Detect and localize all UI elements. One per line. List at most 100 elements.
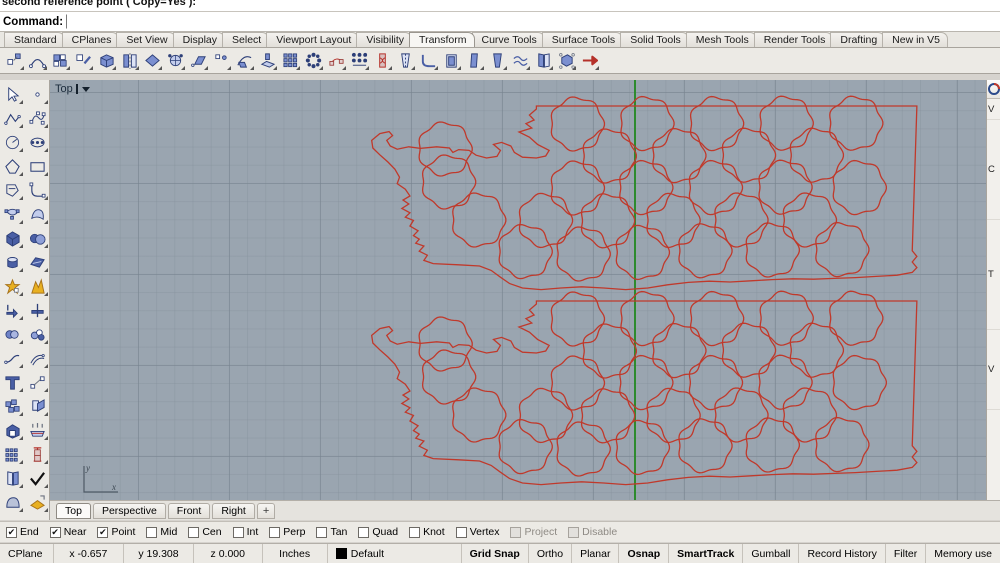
status-current-layer[interactable]: Default — [328, 544, 462, 563]
status-memory-use[interactable]: Memory use — [926, 544, 1000, 563]
box-button[interactable] — [0, 226, 25, 250]
toolbar-tab-render-tools[interactable]: Render Tools — [753, 32, 834, 47]
checkbox-icon[interactable] — [568, 526, 580, 538]
washington-state-outline-copy-1[interactable] — [370, 95, 918, 291]
toolbar-tab-select[interactable]: Select — [222, 32, 270, 47]
properties-panel[interactable]: V C T V — [986, 80, 1000, 520]
polygon-button[interactable] — [0, 154, 25, 178]
text-button[interactable] — [0, 370, 25, 394]
status-gumball[interactable]: Gumball — [743, 544, 800, 563]
checkbox-icon[interactable] — [269, 526, 281, 538]
boolean-union-button[interactable] — [25, 322, 49, 346]
point-editing-button[interactable] — [25, 370, 49, 394]
mirror-button[interactable] — [119, 50, 140, 71]
osnap-quad[interactable]: Quad — [358, 526, 398, 538]
twist-button[interactable] — [372, 50, 393, 71]
toolbar-tab-set-view[interactable]: Set View — [116, 32, 176, 47]
extrude-tapered-button[interactable] — [487, 50, 508, 71]
command-line[interactable]: Command: — [0, 12, 1000, 32]
surface-sweep-button[interactable] — [25, 202, 49, 226]
toolbar-tab-surface-tools[interactable]: Surface Tools — [541, 32, 624, 47]
bend-button[interactable] — [27, 50, 48, 71]
box-edit-button[interactable] — [96, 50, 117, 71]
check-button[interactable] — [25, 466, 49, 490]
panel-row[interactable]: C — [987, 120, 1000, 220]
checkbox-icon[interactable]: ✔ — [6, 526, 17, 538]
toolbar-tab-mesh-tools[interactable]: Mesh Tools — [685, 32, 757, 47]
flow-button[interactable] — [510, 50, 531, 71]
point-button[interactable] — [25, 82, 49, 106]
viewport-tab-front[interactable]: Front — [167, 502, 211, 519]
ellipse-button[interactable] — [25, 130, 49, 154]
toolbar-tab-drafting[interactable]: Drafting — [830, 32, 886, 47]
fillet-edge-button[interactable] — [0, 346, 25, 370]
array-along-surface-button[interactable] — [349, 50, 370, 71]
osnap-int[interactable]: Int — [232, 526, 258, 538]
taper-button[interactable] — [395, 50, 416, 71]
fillet-curve-button[interactable] — [25, 178, 49, 202]
smash-button[interactable] — [211, 50, 232, 71]
status-cplane[interactable]: CPlane — [0, 544, 54, 563]
shade-button[interactable] — [0, 490, 25, 514]
surface-plane-button[interactable] — [25, 250, 49, 274]
apply-transform-button[interactable] — [579, 50, 600, 71]
group-button[interactable] — [0, 394, 25, 418]
surface-from-points-button[interactable] — [0, 202, 25, 226]
control-point-curve-button[interactable] — [25, 106, 49, 130]
explode-button[interactable] — [0, 274, 25, 298]
rotate-button[interactable] — [73, 50, 94, 71]
circle-button[interactable] — [0, 130, 25, 154]
toolbar-tab-standard[interactable]: Standard — [4, 32, 65, 47]
move-button[interactable] — [4, 50, 25, 71]
panel-tab-icon[interactable] — [987, 80, 1000, 99]
gumball-button[interactable] — [556, 50, 577, 71]
rectangle-button[interactable] — [25, 154, 49, 178]
checkbox-icon[interactable]: ✔ — [49, 526, 61, 538]
viewport-tab-right[interactable]: Right — [212, 502, 255, 519]
flow-along-curve-button[interactable] — [234, 50, 255, 71]
join-button[interactable] — [0, 322, 25, 346]
orient-button[interactable] — [165, 50, 186, 71]
checkbox-icon[interactable] — [455, 526, 467, 538]
checkbox-icon[interactable] — [409, 526, 421, 538]
status-planar[interactable]: Planar — [572, 544, 620, 563]
unroll-button[interactable] — [533, 50, 554, 71]
osnap-vertex[interactable]: Vertex — [455, 526, 499, 538]
curve-from-objects-button[interactable] — [0, 178, 25, 202]
osnap-mid[interactable]: Mid — [146, 526, 177, 538]
osnap-point[interactable]: ✔ Point — [97, 526, 135, 538]
toolbar-tab-viewport-layout[interactable]: Viewport Layout — [266, 32, 360, 47]
status-record-history[interactable]: Record History — [799, 544, 886, 563]
osnap-project[interactable]: Project — [510, 526, 557, 538]
checkbox-icon[interactable] — [188, 526, 200, 538]
toolbar-tab-solid-tools[interactable]: Solid Tools — [620, 32, 689, 47]
select-arrow-button[interactable] — [0, 82, 25, 106]
toolbar-tab-cplanes[interactable]: CPlanes — [61, 32, 120, 47]
array-rectangular-button[interactable] — [280, 50, 301, 71]
toolbar-tab-curve-tools[interactable]: Curve Tools — [471, 32, 545, 47]
osnap-end[interactable]: ✔ End — [6, 526, 39, 538]
toolbar-tab-visibility[interactable]: Visibility — [356, 32, 413, 47]
add-viewport-button[interactable]: + — [256, 502, 276, 519]
status-osnap[interactable]: Osnap — [619, 544, 670, 563]
trim-button[interactable] — [0, 298, 25, 322]
command-input[interactable] — [66, 14, 1000, 29]
top-viewport[interactable]: Top y x — [50, 80, 986, 520]
status-ortho[interactable]: Ortho — [529, 544, 573, 563]
array-polar-button[interactable] — [303, 50, 324, 71]
panel-row[interactable]: T — [987, 220, 1000, 330]
panel-row[interactable]: V — [987, 99, 1000, 120]
checkbox-icon[interactable] — [316, 526, 328, 538]
offset-curve-button[interactable] — [25, 346, 49, 370]
osnap-perp[interactable]: Perp — [269, 526, 305, 538]
layer-button[interactable] — [0, 466, 25, 490]
checkbox-icon[interactable] — [232, 526, 244, 538]
shear-button[interactable] — [188, 50, 209, 71]
array-along-curve-button[interactable] — [326, 50, 347, 71]
checkbox-icon[interactable] — [146, 526, 158, 538]
copy-object-button[interactable] — [25, 394, 49, 418]
project-to-cplane-button[interactable] — [257, 50, 278, 71]
boolean-button[interactable] — [25, 274, 49, 298]
toolbar-tab-new-in-v5[interactable]: New in V5 — [882, 32, 949, 47]
array-column-button[interactable] — [25, 442, 49, 466]
